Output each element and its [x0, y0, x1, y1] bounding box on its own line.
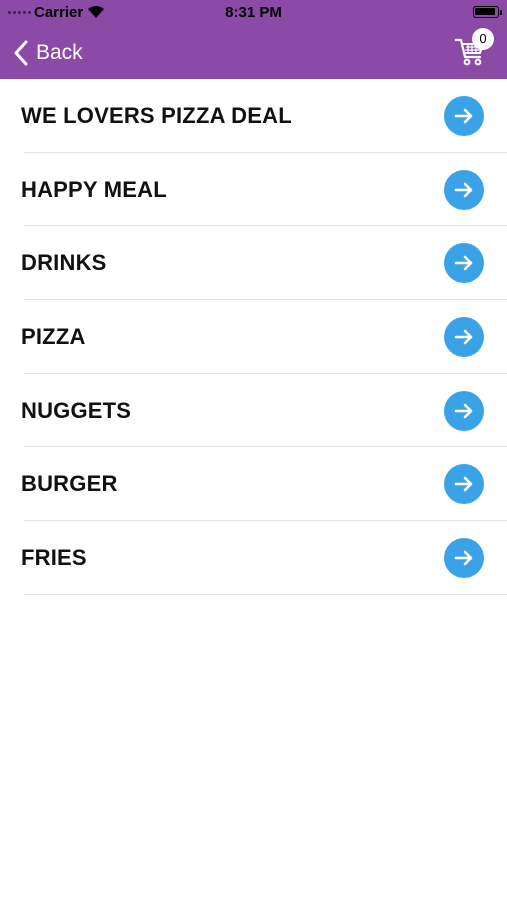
category-label: WE LOVERS PIZZA DEAL — [21, 102, 292, 128]
list-item[interactable]: NUGGETS — [0, 374, 507, 448]
arrow-right-icon — [454, 108, 473, 124]
status-bar: Carrier 8:31 PM — [0, 0, 507, 26]
back-button[interactable]: Back — [14, 38, 83, 68]
arrow-right-icon — [454, 182, 473, 197]
navigation-header: Carrier 8:31 PM Back 0 — [0, 0, 507, 79]
list-item[interactable]: DRINKS — [0, 226, 507, 300]
list-item[interactable]: HAPPY MEAL — [0, 153, 507, 227]
arrow-right-icon — [454, 550, 473, 566]
category-label: DRINKS — [21, 250, 107, 276]
battery-icon — [473, 6, 502, 18]
arrow-right-icon — [454, 476, 473, 492]
arrow-right-icon — [454, 329, 473, 345]
arrow-right-icon — [454, 255, 473, 271]
arrow-right-button[interactable] — [444, 95, 484, 136]
category-label: PIZZA — [21, 323, 86, 349]
arrow-right-button[interactable] — [444, 316, 484, 357]
arrow-right-button[interactable] — [444, 169, 484, 210]
category-label: NUGGETS — [21, 397, 132, 423]
chevron-left-icon — [14, 40, 28, 66]
category-label: BURGER — [21, 471, 118, 497]
status-time: 8:31 PM — [225, 4, 282, 21]
list-item[interactable]: WE LOVERS PIZZA DEAL — [0, 79, 507, 153]
list-item[interactable]: FRIES — [0, 521, 507, 595]
cart-count-badge: 0 — [472, 28, 494, 50]
arrow-right-icon — [454, 403, 473, 418]
category-list: WE LOVERS PIZZA DEAL HAPPY MEAL DRINKS P… — [0, 79, 507, 595]
category-label: HAPPY MEAL — [21, 176, 167, 202]
category-label: FRIES — [21, 544, 87, 570]
arrow-right-button[interactable] — [444, 243, 484, 284]
arrow-right-button[interactable] — [444, 537, 484, 578]
list-item[interactable]: PIZZA — [0, 300, 507, 374]
back-label: Back — [36, 41, 83, 64]
arrow-right-button[interactable] — [444, 390, 484, 431]
list-item[interactable]: BURGER — [0, 447, 507, 521]
arrow-right-button[interactable] — [444, 464, 484, 505]
